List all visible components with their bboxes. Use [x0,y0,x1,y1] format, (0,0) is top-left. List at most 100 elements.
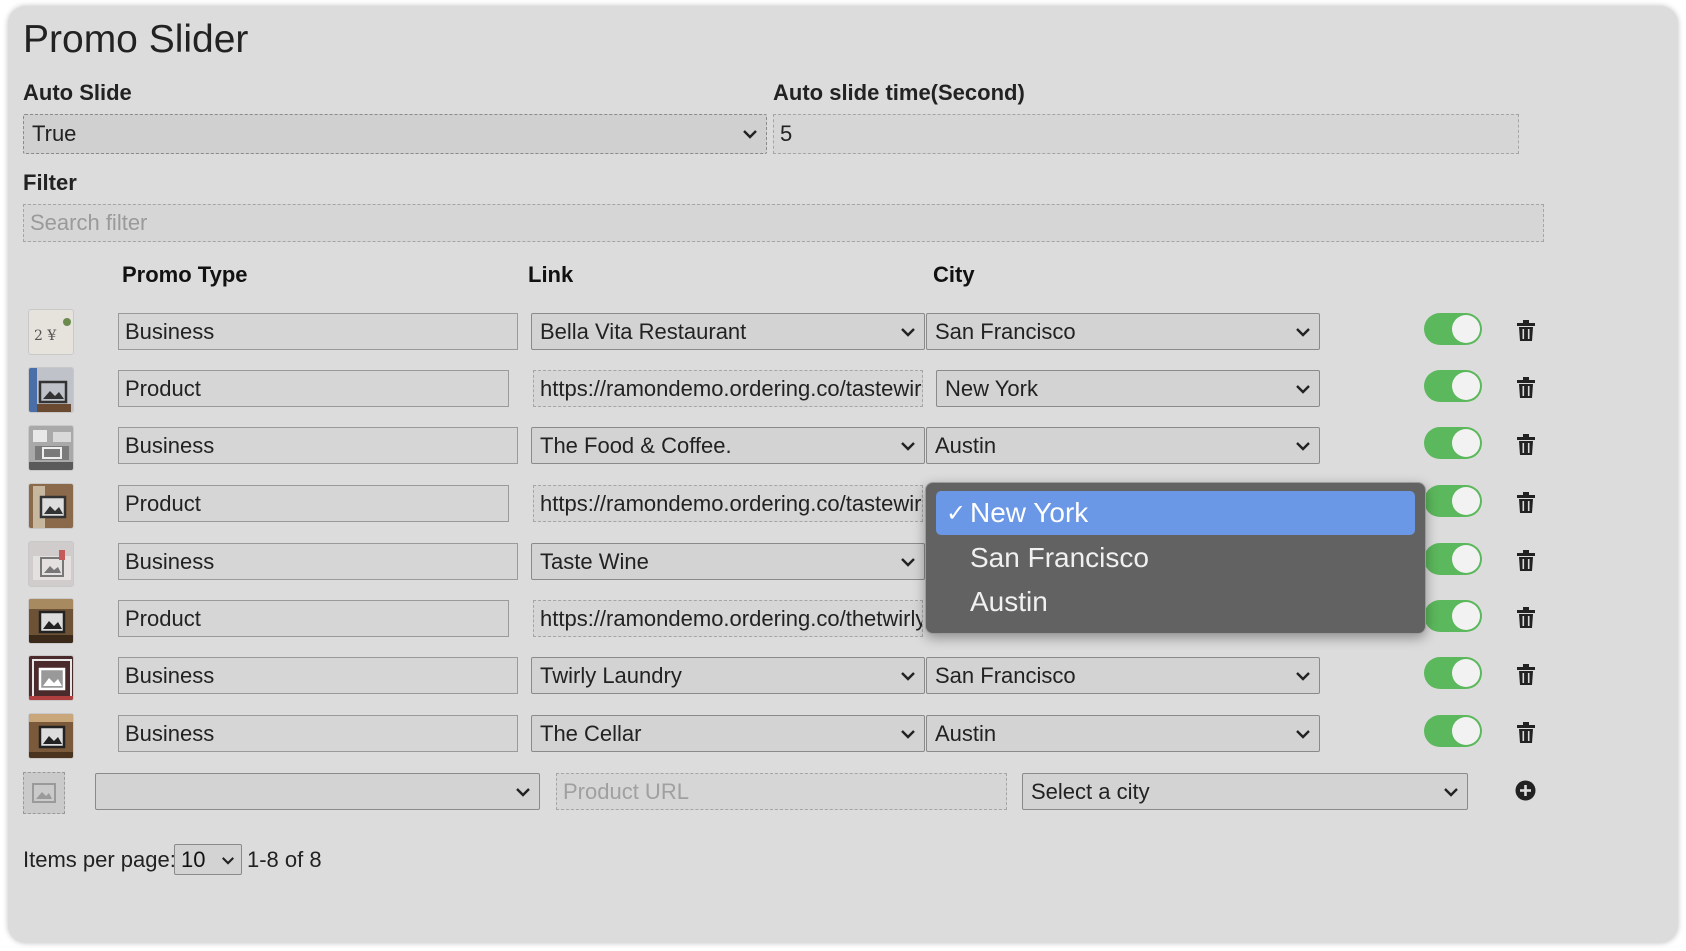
promo-type-input[interactable]: Business [118,657,518,694]
promo-type-input[interactable]: Business [118,313,518,350]
trash-icon[interactable] [1516,320,1536,342]
column-header-link: Link [528,262,574,287]
promo-type-input[interactable]: Business [118,715,518,752]
trash-icon[interactable] [1516,550,1536,572]
city-option-label: New York [970,497,1089,528]
active-toggle[interactable] [1424,543,1482,575]
toggle-knob [1452,602,1480,630]
city-dropdown-menu: ✓ New York San Francisco Austin [925,482,1426,634]
city-option-new-york[interactable]: ✓ New York [936,491,1415,535]
city-option-austin[interactable]: Austin [936,580,1415,624]
promo-type-input[interactable]: Business [118,543,518,580]
column-header-promo-type: Promo Type [122,262,248,287]
product-url-input[interactable]: https://ramondemo.ordering.co/tastewir [533,370,923,407]
trash-icon[interactable] [1516,492,1536,514]
toggle-knob [1452,429,1480,457]
items-per-page-label: Items per page: [23,847,176,872]
image-icon [29,368,73,412]
link-select[interactable]: Taste Wine [531,543,925,580]
new-promo-type-select[interactable] [95,773,540,810]
active-toggle[interactable] [1424,715,1482,747]
image-placeholder-icon [32,783,56,803]
chevron-down-icon [1444,787,1458,797]
link-select[interactable]: Twirly Laundry [531,657,925,694]
new-product-url-input[interactable]: Product URL [556,773,1007,810]
new-city-select[interactable]: Select a city [1022,773,1468,810]
column-header-city: City [933,262,975,287]
toggle-knob [1452,487,1480,515]
link-value: Taste Wine [540,548,649,574]
city-value: New York [945,375,1038,401]
trash-icon[interactable] [1516,434,1536,456]
promo-type-input[interactable]: Product [118,600,509,637]
link-value: The Cellar [540,720,642,746]
active-toggle[interactable] [1424,657,1482,689]
toggle-knob [1452,659,1480,687]
city-select[interactable]: San Francisco [926,313,1320,350]
toggle-knob [1452,545,1480,573]
svg-text:2 ¥: 2 ¥ [34,328,56,344]
auto-slide-time-input[interactable]: 5 [773,114,1519,154]
chevron-down-icon [1296,441,1310,451]
auto-slide-select[interactable]: True [23,114,767,154]
link-value: Bella Vita Restaurant [540,318,747,344]
link-select[interactable]: The Food & Coffee. [531,427,925,464]
auto-slide-time-label: Auto slide time(Second) [773,80,1025,105]
search-filter-input[interactable]: Search filter [23,204,1544,242]
chevron-down-icon [743,130,757,139]
promo-thumbnail[interactable] [28,367,74,413]
chevron-down-icon [516,787,530,797]
active-toggle[interactable] [1424,313,1482,345]
product-url-input[interactable]: https://ramondemo.ordering.co/thetwirly [533,600,923,637]
product-url-input[interactable]: https://ramondemo.ordering.co/tastewir [533,485,923,522]
chevron-down-icon [901,441,915,451]
chevron-down-icon [1296,729,1310,739]
items-per-page-select[interactable]: 10 [174,844,242,875]
upload-image-button[interactable] [23,772,65,814]
promo-thumbnail[interactable] [28,598,74,644]
city-select[interactable]: New York [936,370,1320,407]
city-value: San Francisco [935,318,1076,344]
filter-label: Filter [23,170,77,195]
city-value: Austin [935,432,997,458]
trash-icon[interactable] [1516,377,1536,399]
promo-type-input[interactable]: Business [118,427,518,464]
active-toggle[interactable] [1424,485,1482,517]
toggle-knob [1452,372,1480,400]
auto-slide-label: Auto Slide [23,80,132,105]
promo-thumbnail[interactable] [28,483,74,529]
link-select[interactable]: The Cellar [531,715,925,752]
add-circle-icon[interactable] [1515,780,1536,801]
active-toggle[interactable] [1424,600,1482,632]
chevron-down-icon [222,857,234,865]
active-toggle[interactable] [1424,427,1482,459]
trash-icon[interactable] [1516,722,1536,744]
active-toggle[interactable] [1424,370,1482,402]
chevron-down-icon [901,327,915,337]
toggle-knob [1452,315,1480,343]
city-option-san-francisco[interactable]: San Francisco [936,536,1415,580]
link-select[interactable]: Bella Vita Restaurant [531,313,925,350]
trash-icon[interactable] [1516,664,1536,686]
promo-thumbnail[interactable]: 2 ¥ [28,309,74,355]
checkmark-icon: ✓ [946,499,967,527]
pagination-range: 1-8 of 8 [247,847,322,872]
city-select[interactable]: Austin [926,427,1320,464]
city-select[interactable]: San Francisco [926,657,1320,694]
image-icon [29,484,73,528]
city-option-label: San Francisco [970,542,1149,573]
auto-slide-value: True [32,121,77,146]
trash-icon[interactable] [1516,607,1536,629]
chevron-down-icon [901,557,915,567]
promo-type-input[interactable]: Product [118,370,509,407]
chevron-down-icon [1296,327,1310,337]
promo-thumbnail[interactable] [28,713,74,759]
city-select[interactable]: Austin [926,715,1320,752]
image-icon [29,542,73,586]
promo-type-input[interactable]: Product [118,485,509,522]
chevron-down-icon [1296,671,1310,681]
link-value: The Food & Coffee. [540,432,732,458]
promo-thumbnail[interactable] [28,425,74,471]
promo-thumbnail[interactable] [28,655,74,701]
promo-thumbnail[interactable] [28,541,74,587]
